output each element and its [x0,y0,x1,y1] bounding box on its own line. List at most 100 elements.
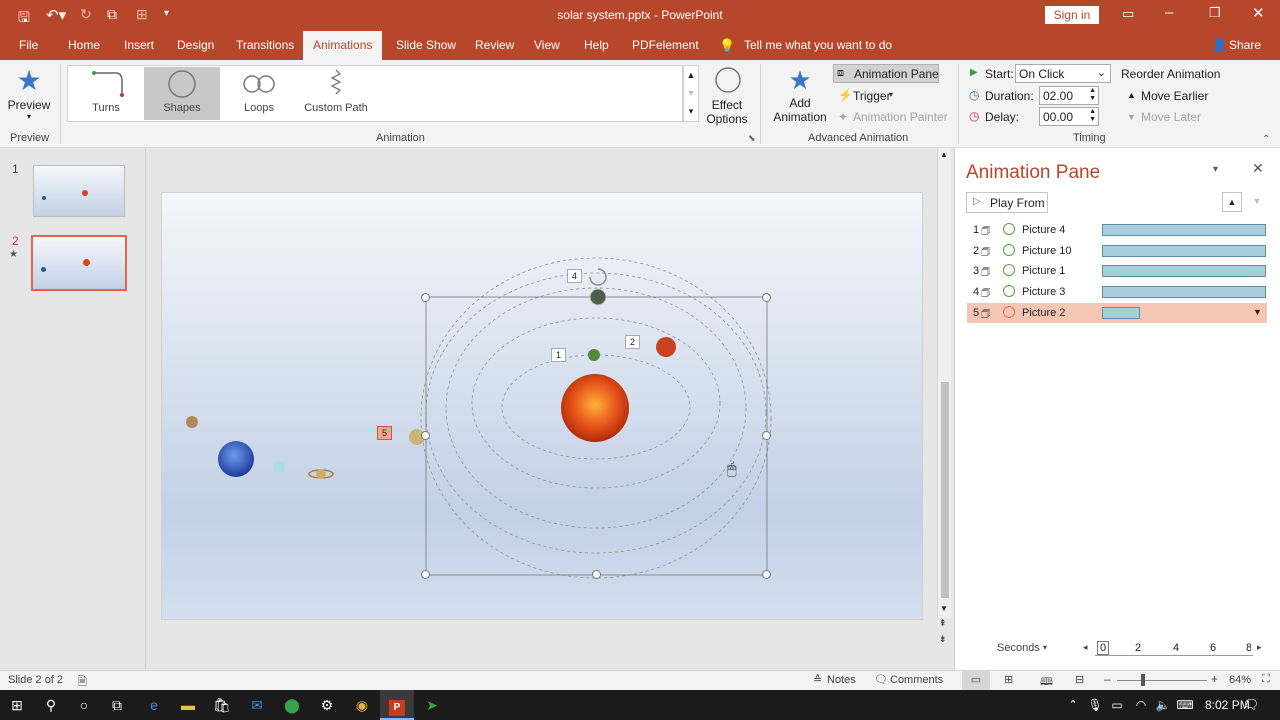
resize-handle[interactable] [421,570,430,579]
tell-me-search[interactable]: Tell me what you want to do [744,31,892,60]
zoom-in-icon[interactable]: + [1211,672,1218,686]
tab-home[interactable]: Home [68,31,100,60]
trigger-button[interactable]: Trigger [853,89,891,103]
close-icon[interactable]: ✕ [1252,4,1265,22]
animation-tag[interactable]: 2 [625,335,641,349]
animation-item-selected[interactable]: 5 🗇 Picture 2 ▼ [967,303,1267,323]
terminal-icon[interactable]: ➤ [415,690,449,720]
move-earlier-button[interactable]: Move Earlier [1141,89,1208,103]
cortana-icon[interactable]: ○ [67,690,101,720]
undo-icon[interactable]: ↶▾ [46,6,66,24]
zoom-slider[interactable] [1117,674,1207,686]
tab-view[interactable]: View [534,31,560,60]
add-animation-button[interactable]: ★ Add Animation [767,64,833,130]
slide-thumbnail-2[interactable] [31,235,127,291]
animation-item[interactable]: 1 🗇 Picture 4 [967,220,1267,240]
scroll-thumb[interactable] [941,382,949,598]
resize-handle[interactable] [421,431,430,440]
tab-review[interactable]: Review [475,31,514,60]
collapse-ribbon-icon[interactable]: ⌃ [1262,134,1270,145]
pane-options-icon[interactable]: ▾ [1213,164,1218,175]
dialog-launcher-icon[interactable]: ⬊ [748,133,756,144]
animation-tag[interactable]: 1 [551,348,567,362]
gallery-item-loops[interactable]: Loops [228,67,290,120]
chrome-icon[interactable]: ◉ [345,690,379,720]
normal-view-icon[interactable]: ▭ [962,671,990,690]
gallery-scroll[interactable]: ▲ ▼ ▾ [683,65,699,122]
slide-canvas[interactable]: 4 1 2 5 🖱 [161,192,923,620]
prev-slide-icon[interactable]: ⇞ [939,618,947,629]
animation-painter-button[interactable]: Animation Painter [853,110,948,124]
tab-animations[interactable]: Animations [303,31,383,60]
sun[interactable] [561,374,629,442]
restore-icon[interactable]: ❐ [1209,5,1221,21]
effect-options-button[interactable]: Effect Options [702,65,754,127]
minimize-icon[interactable]: – [1165,4,1173,21]
gallery-item-custom-path[interactable]: Custom Path [298,67,374,120]
gallery-item-shapes[interactable]: Shapes [144,67,220,120]
slide-thumbnail-1[interactable] [33,165,125,217]
redo-icon[interactable]: ↻ [80,6,92,23]
scroll-down-icon[interactable]: ▼ [940,604,948,613]
language-icon[interactable]: ⌨ [1168,690,1202,720]
chevron-down-icon[interactable]: ▼ [1253,307,1262,317]
timeline-bar[interactable] [1102,286,1266,298]
windows-start-icon[interactable]: ⊞ [0,690,34,720]
planet-mercury[interactable] [186,416,198,428]
tab-design[interactable]: Design [177,31,214,60]
planet-venus[interactable] [588,349,600,361]
app-icon[interactable]: ⚙ [310,690,344,720]
planet-uranus[interactable] [273,461,285,473]
timeline-right-icon[interactable]: ▸ [1257,642,1262,653]
play-from-button[interactable]: ▷ Play From [966,192,1048,213]
timeline-bar[interactable] [1102,224,1266,236]
pane-close-icon[interactable]: ✕ [1252,160,1264,177]
delay-stepper[interactable]: 00.00 ▲ ▼ [1039,107,1099,126]
customize-qat-icon[interactable]: ▾ [164,8,169,19]
signin-button[interactable]: Sign in [1045,6,1099,24]
notifications-icon[interactable]: 🗨 [1234,690,1268,720]
edge-icon[interactable]: e [137,690,171,720]
scroll-up-icon[interactable]: ▲ [940,150,948,159]
save-icon[interactable]: 🖫 [18,7,30,31]
gallery-item-turns[interactable]: Turns [75,67,137,120]
store-icon[interactable]: 🛍 [205,690,239,720]
animation-pane-button[interactable]: ⧈ Animation Pane [833,64,939,83]
zoom-thumb[interactable] [1141,674,1145,686]
tab-help[interactable]: Help [584,31,609,60]
duration-stepper[interactable]: 02.00 ▲ ▼ [1039,86,1099,105]
rotate-handle-icon[interactable] [589,268,607,286]
file-explorer-icon[interactable]: ▬ [171,690,205,720]
animation-item[interactable]: 4 🗇 Picture 3 [967,282,1267,302]
tab-pdfelement[interactable]: PDFelement [632,31,699,60]
zoom-out-icon[interactable]: – [1104,672,1111,686]
search-icon[interactable]: ⚲ [34,690,68,720]
task-view-icon[interactable]: ⧉ [100,690,134,720]
share-button[interactable]: Share [1229,31,1261,60]
slideshow-icon[interactable]: ⊟ [1075,673,1084,686]
seconds-dropdown[interactable]: Seconds [997,642,1040,654]
timeline-bar[interactable] [1102,307,1140,319]
start-select[interactable]: On Click ⌄ [1015,64,1111,83]
resize-handle[interactable] [762,570,771,579]
mail-icon[interactable]: ✉ [240,690,274,720]
ribbon-display-icon[interactable]: ▭ [1122,6,1134,22]
planet-neptune[interactable] [218,441,254,477]
tab-slide-show[interactable]: Slide Show [396,31,456,60]
fit-slide-icon[interactable]: ⛶ [1262,673,1270,686]
animation-tag-selected[interactable]: 5 [377,426,393,440]
planet-earth[interactable] [589,288,607,306]
touch-mode-icon[interactable]: ⊞ [136,6,148,23]
resize-handle[interactable] [421,293,430,302]
tab-transitions[interactable]: Transitions [236,31,294,60]
preview-button[interactable]: ★ Preview ▾ [6,64,52,130]
move-later-button[interactable]: Move Later [1141,110,1201,124]
move-up-icon[interactable]: ▲ [1222,192,1242,212]
planet-mars[interactable] [656,337,676,357]
resize-handle[interactable] [762,431,771,440]
next-slide-icon[interactable]: ⇟ [939,634,947,645]
notes-button[interactable]: Notes [827,674,856,686]
present-icon[interactable]: ⧉ [107,6,117,23]
resize-handle[interactable] [592,570,601,579]
zoom-level[interactable]: 64% [1229,674,1251,686]
